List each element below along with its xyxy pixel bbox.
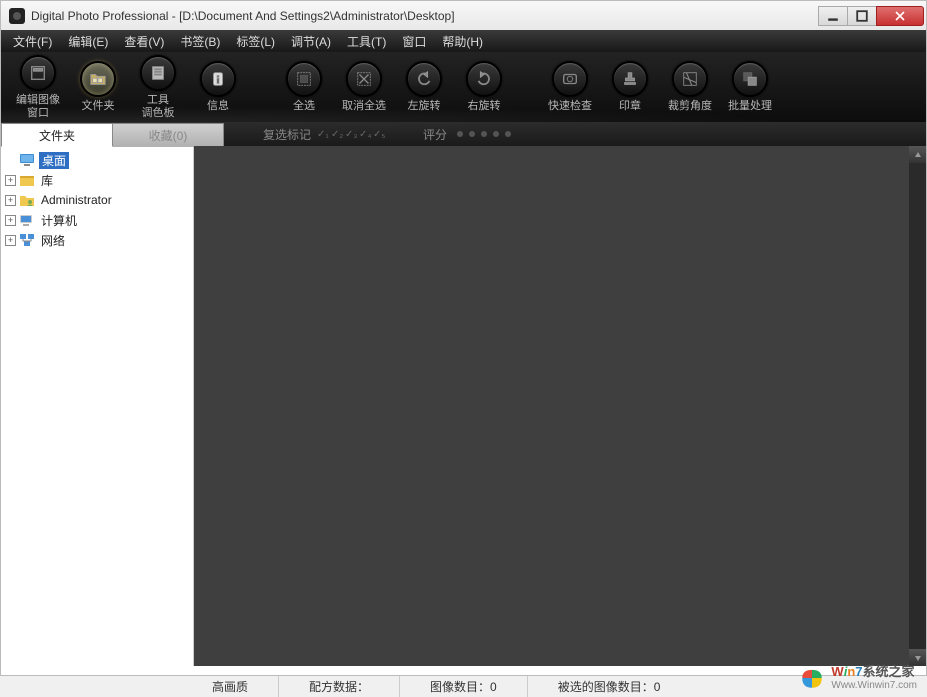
status-recipe: 配方数据： — [278, 676, 399, 697]
minimize-button[interactable] — [818, 6, 848, 26]
scroll-track[interactable] — [909, 163, 926, 649]
rating-dot-icon[interactable] — [481, 131, 487, 137]
thumbnail-viewport[interactable] — [194, 146, 909, 666]
menu-window[interactable]: 窗口 — [394, 31, 434, 52]
info-icon — [200, 61, 236, 97]
status-bar: 高画质 配方数据： 图像数目：0 被选的图像数目：0 — [0, 676, 927, 697]
menu-help[interactable]: 帮助(H) — [434, 31, 491, 52]
check-5-icon[interactable]: ✓₅ — [373, 129, 383, 139]
tree-label: 桌面 — [39, 152, 69, 169]
tree-node-network[interactable]: + 网络 — [3, 230, 191, 250]
checkmark-filters[interactable]: ✓₁ ✓₂ ✓₃ ✓₄ ✓₅ — [317, 129, 383, 139]
scroll-up-icon[interactable] — [909, 146, 926, 163]
filter-checkmark-label: 复选标记 — [263, 126, 311, 143]
scroll-down-icon[interactable] — [909, 649, 926, 666]
rating-dot-icon[interactable] — [505, 131, 511, 137]
tool-quick-check[interactable]: 快速检查 — [543, 61, 597, 112]
tool-info[interactable]: 信息 — [191, 61, 245, 112]
filter-strip: 复选标记 ✓₁ ✓₂ ✓₃ ✓₄ ✓₅ 评分 — [223, 122, 926, 146]
trim-angle-icon — [672, 61, 708, 97]
tree-label: 计算机 — [39, 212, 79, 229]
deselect-all-icon — [346, 61, 382, 97]
menu-tools[interactable]: 工具(T) — [339, 31, 394, 52]
app-icon — [9, 8, 25, 24]
user-folder-icon — [19, 193, 35, 207]
maximize-button[interactable] — [847, 6, 877, 26]
tab-folder[interactable]: 文件夹 — [1, 123, 113, 147]
tab-row: 文件夹 收藏(0) 复选标记 ✓₁ ✓₂ ✓₃ ✓₄ ✓₅ 评分 — [0, 122, 927, 146]
tool-batch[interactable]: 批量处理 — [723, 61, 777, 112]
folder-icon — [80, 61, 116, 97]
tool-palette[interactable]: 工具调色板 — [131, 55, 185, 118]
expand-icon[interactable]: + — [5, 195, 16, 206]
tree-node-library[interactable]: + 库 — [3, 170, 191, 190]
rating-dot-icon[interactable] — [493, 131, 499, 137]
tool-select-all[interactable]: 全选 — [277, 61, 331, 112]
expand-icon[interactable]: + — [5, 215, 16, 226]
vertical-scrollbar[interactable] — [909, 146, 926, 666]
tree-label: 库 — [39, 172, 55, 189]
filter-rating-label: 评分 — [423, 126, 447, 143]
quick-check-icon — [552, 61, 588, 97]
library-icon — [19, 173, 35, 187]
folder-tree-panel: 桌面 + 库 + Administrator + 计算机 + 网络 — [1, 146, 194, 666]
rating-filter[interactable] — [457, 131, 511, 137]
frame-bottom — [0, 666, 927, 676]
rotate-right-icon — [466, 61, 502, 97]
check-3-icon[interactable]: ✓₃ — [345, 129, 355, 139]
window-controls — [819, 6, 924, 26]
menu-bar: 文件(F) 编辑(E) 查看(V) 书签(B) 标签(L) 调节(A) 工具(T… — [0, 30, 927, 52]
network-icon — [19, 233, 35, 247]
window-title: Digital Photo Professional - [D:\Documen… — [31, 9, 819, 23]
check-4-icon[interactable]: ✓₄ — [359, 129, 369, 139]
expand-icon[interactable]: + — [5, 175, 16, 186]
tool-deselect-all[interactable]: 取消全选 — [337, 61, 391, 112]
palette-icon — [140, 55, 176, 91]
tool-rotate-left[interactable]: 左旋转 — [397, 61, 451, 112]
check-2-icon[interactable]: ✓₂ — [331, 129, 341, 139]
desktop-icon — [19, 153, 35, 167]
tool-folder[interactable]: 文件夹 — [71, 61, 125, 112]
tree-label: 网络 — [39, 232, 67, 249]
status-quality: 高画质 — [200, 676, 278, 697]
batch-icon — [732, 61, 768, 97]
menu-label[interactable]: 标签(L) — [228, 31, 283, 52]
stamp-icon — [612, 61, 648, 97]
close-button[interactable] — [876, 6, 924, 26]
rotate-left-icon — [406, 61, 442, 97]
tab-favorites[interactable]: 收藏(0) — [112, 123, 224, 147]
toolbar: 编辑图像窗口 文件夹 工具调色板 信息 全选 取消全选 左旋转 右旋转 快速检查… — [0, 52, 927, 122]
select-all-icon — [286, 61, 322, 97]
tree-label: Administrator — [39, 193, 114, 207]
title-bar: Digital Photo Professional - [D:\Documen… — [0, 0, 927, 30]
menu-bookmark[interactable]: 书签(B) — [172, 31, 228, 52]
thumbnail-area — [194, 146, 926, 666]
status-image-count: 图像数目：0 — [399, 676, 527, 697]
expand-icon[interactable]: + — [5, 235, 16, 246]
tool-edit-image-window[interactable]: 编辑图像窗口 — [11, 55, 65, 118]
tree-node-computer[interactable]: + 计算机 — [3, 210, 191, 230]
tool-stamp[interactable]: 印章 — [603, 61, 657, 112]
rating-dot-icon[interactable] — [457, 131, 463, 137]
computer-icon — [19, 213, 35, 227]
check-1-icon[interactable]: ✓₁ — [317, 129, 327, 139]
tool-rotate-right[interactable]: 右旋转 — [457, 61, 511, 112]
tree-node-admin[interactable]: + Administrator — [3, 190, 191, 210]
tool-trim-angle[interactable]: 裁剪角度 — [663, 61, 717, 112]
menu-file[interactable]: 文件(F) — [5, 31, 60, 52]
main-area: 桌面 + 库 + Administrator + 计算机 + 网络 — [0, 146, 927, 666]
tree-node-desktop[interactable]: 桌面 — [3, 150, 191, 170]
menu-adjust[interactable]: 调节(A) — [283, 31, 339, 52]
menu-view[interactable]: 查看(V) — [116, 31, 172, 52]
status-selected-count: 被选的图像数目：0 — [527, 676, 691, 697]
rating-dot-icon[interactable] — [469, 131, 475, 137]
menu-edit[interactable]: 编辑(E) — [60, 31, 116, 52]
edit-image-icon — [20, 55, 56, 91]
